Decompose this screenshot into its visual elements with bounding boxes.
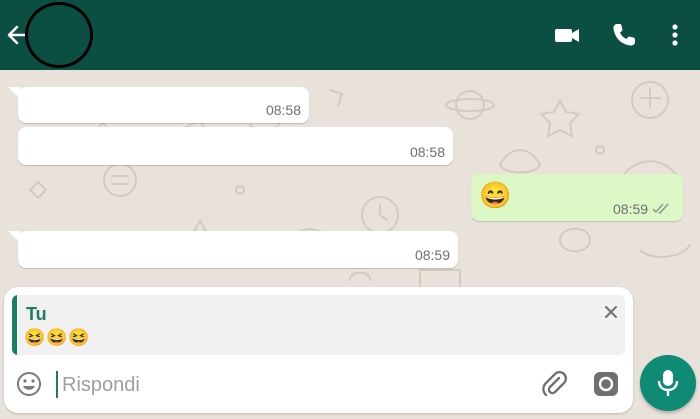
message-composer: Tu 😆😆😆 bbox=[4, 287, 633, 413]
reply-preview[interactable]: Tu 😆😆😆 bbox=[12, 295, 625, 355]
paperclip-icon[interactable] bbox=[539, 369, 569, 399]
message-text: 😄 bbox=[479, 180, 512, 210]
message-time: 08:58 bbox=[265, 102, 301, 118]
read-receipt-icon bbox=[652, 203, 669, 215]
camera-icon[interactable] bbox=[593, 371, 619, 397]
message-time: 08:58 bbox=[409, 144, 445, 160]
chat-header bbox=[0, 0, 700, 70]
microphone-icon bbox=[657, 370, 679, 396]
message-bubble-outgoing[interactable]: 😄 08:59 bbox=[471, 174, 683, 221]
reply-text: 😆😆😆 bbox=[24, 328, 91, 347]
phone-icon[interactable] bbox=[610, 21, 638, 49]
message-time: 08:59 bbox=[613, 201, 649, 217]
message-bubble-incoming[interactable]: 08:58 bbox=[18, 87, 309, 123]
more-vert-icon[interactable] bbox=[661, 21, 689, 49]
text-cursor bbox=[56, 371, 58, 398]
voice-message-button[interactable] bbox=[640, 355, 696, 411]
contact-avatar[interactable] bbox=[25, 2, 93, 68]
message-time: 08:59 bbox=[414, 247, 450, 263]
emoji-icon[interactable] bbox=[16, 371, 42, 397]
close-icon[interactable] bbox=[604, 305, 618, 319]
reply-sender: Tu bbox=[26, 304, 47, 324]
message-bubble-incoming[interactable]: 08:58 bbox=[18, 127, 453, 165]
message-bubble-incoming[interactable]: 08:59 bbox=[18, 231, 458, 268]
video-call-icon[interactable] bbox=[553, 21, 581, 49]
message-input[interactable] bbox=[62, 371, 512, 399]
reply-accent-bar bbox=[12, 295, 17, 355]
